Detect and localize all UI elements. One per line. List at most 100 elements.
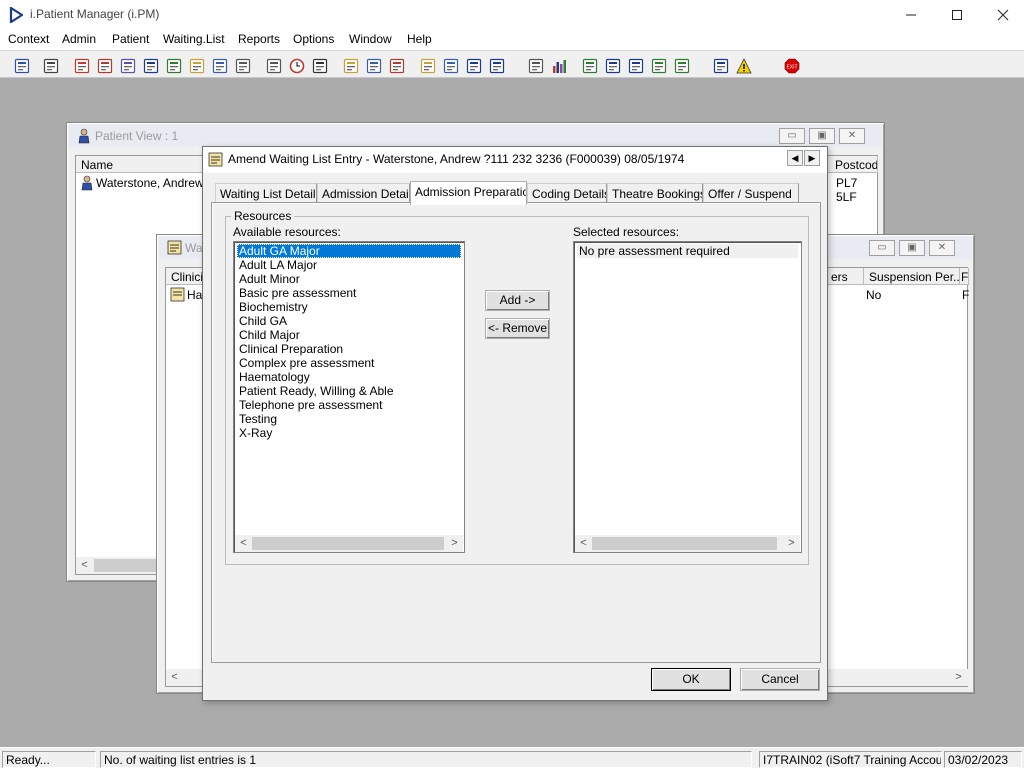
- tab-waiting-list-details[interactable]: Waiting List Details: [215, 183, 317, 203]
- menu-admin[interactable]: Admin: [62, 32, 96, 46]
- menu-patient[interactable]: Patient: [112, 32, 149, 46]
- toolbar-button-appointment[interactable]: [93, 54, 115, 76]
- col-header-clinician[interactable]: Clinicia: [166, 268, 206, 285]
- toolbar-button-document[interactable]: [524, 54, 546, 76]
- toolbar-button-green-check[interactable]: [670, 54, 692, 76]
- waiting-list-maximize[interactable]: ▣: [899, 240, 925, 256]
- toolbar-button-letter-m[interactable]: [139, 54, 161, 76]
- toolbar-button-exit[interactable]: EXIT: [780, 54, 802, 76]
- patient-view-close[interactable]: ✕: [839, 128, 865, 144]
- toolbar-button-waiting-list[interactable]: [339, 54, 361, 76]
- scroll-right-arrow-icon[interactable]: >: [446, 535, 463, 552]
- toolbar-button-transfer[interactable]: [231, 54, 253, 76]
- scroll-left-arrow-icon[interactable]: <: [235, 535, 252, 552]
- scroll-left-arrow-icon[interactable]: <: [76, 557, 93, 574]
- toolbar-button-list[interactable]: [308, 54, 330, 76]
- add-resource-button[interactable]: Add ->: [485, 290, 550, 311]
- toolbar-button-stretcher[interactable]: [485, 54, 507, 76]
- list-item[interactable]: Adult GA Major: [237, 244, 461, 258]
- selected-resources-label: Selected resources:: [573, 225, 680, 239]
- toolbar-button-clock[interactable]: [285, 54, 307, 76]
- ok-button[interactable]: OK: [651, 668, 731, 691]
- list-item[interactable]: Basic pre assessment: [237, 286, 461, 300]
- tab-scroll-right-icon[interactable]: ▶: [804, 150, 820, 166]
- list-item[interactable]: Clinical Preparation: [237, 342, 461, 356]
- list-item[interactable]: Adult Minor: [237, 272, 461, 286]
- list-item[interactable]: No pre assessment required: [577, 244, 798, 258]
- toolbar-button-book[interactable]: [116, 54, 138, 76]
- list-item[interactable]: Telephone pre assessment: [237, 398, 461, 412]
- toolbar-button-warning[interactable]: [732, 54, 754, 76]
- col-header-others[interactable]: ers: [826, 268, 864, 285]
- toolbar-button-globe[interactable]: [578, 54, 600, 76]
- col-header-last[interactable]: F: [960, 268, 969, 285]
- tab-scroll-left-icon[interactable]: ◀: [787, 150, 803, 166]
- available-list-hscroll[interactable]: < >: [235, 535, 463, 552]
- patient-view-titlebar: Patient View : 1 ▭ ▣ ✕: [69, 125, 882, 147]
- toolbar-button-patient-search[interactable]: [10, 54, 32, 76]
- tab-coding-details[interactable]: Coding Details: [527, 183, 607, 203]
- waiting-list-close[interactable]: ✕: [929, 240, 955, 256]
- remove-resource-button[interactable]: <- Remove: [485, 318, 550, 339]
- patient-view-minimize[interactable]: ▭: [779, 128, 805, 144]
- list-item[interactable]: Biochemistry: [237, 300, 461, 314]
- cancel-button[interactable]: Cancel: [740, 668, 820, 691]
- col-header-postcode[interactable]: Postcod: [830, 156, 878, 173]
- patient-view-hscroll[interactable]: <: [76, 557, 166, 574]
- toolbar-button-chart[interactable]: [547, 54, 569, 76]
- scroll-thumb[interactable]: [592, 537, 777, 550]
- menu-help[interactable]: Help: [407, 32, 432, 46]
- toolbar-button-contract[interactable]: [362, 54, 384, 76]
- amend-waiting-list-dialog[interactable]: Amend Waiting List Entry - Waterstone, A…: [202, 146, 828, 701]
- menu-window[interactable]: Window: [349, 32, 392, 46]
- toolbar-button-gauge[interactable]: [385, 54, 407, 76]
- toolbar-button-referral[interactable]: [70, 54, 92, 76]
- toolbar-button-bed[interactable]: [462, 54, 484, 76]
- list-item[interactable]: Child Major: [237, 328, 461, 342]
- menu-reports[interactable]: Reports: [238, 32, 280, 46]
- menu-waiting-list[interactable]: Waiting.List: [163, 32, 225, 46]
- tab-admission-preparation[interactable]: Admission Preparation: [410, 181, 527, 205]
- toolbar-button-tick-list[interactable]: [624, 54, 646, 76]
- tab-admission-details[interactable]: Admission Details: [317, 183, 410, 203]
- svg-text:EXIT: EXIT: [786, 65, 797, 71]
- toolbar-button-review[interactable]: [439, 54, 461, 76]
- patient-view-maximize[interactable]: ▣: [809, 128, 835, 144]
- tab-offer-suspend[interactable]: Offer / Suspend: [703, 183, 799, 203]
- toolbar-button-note[interactable]: [416, 54, 438, 76]
- available-resources-list[interactable]: < > Adult GA Major Adult LA Major Adult Mi…: [233, 241, 465, 553]
- col-header-suspension[interactable]: Suspension Per...: [864, 268, 960, 285]
- list-item[interactable]: Child GA: [237, 314, 461, 328]
- list-item[interactable]: Adult LA Major: [237, 258, 461, 272]
- scroll-right-arrow-icon[interactable]: >: [783, 535, 800, 552]
- list-item[interactable]: Patient Ready, Willing & Able: [237, 384, 461, 398]
- list-item[interactable]: Haematology: [237, 370, 461, 384]
- scroll-left-arrow-icon[interactable]: <: [575, 535, 592, 552]
- toolbar-button-search-doc[interactable]: [262, 54, 284, 76]
- toolbar-button-green-list[interactable]: [647, 54, 669, 76]
- menu-options[interactable]: Options: [293, 32, 334, 46]
- scroll-thumb[interactable]: [94, 559, 164, 572]
- tab-theatre-bookings[interactable]: Theatre Bookings: [607, 183, 703, 203]
- transfer-icon: [235, 58, 251, 74]
- toolbar-button-ward[interactable]: [208, 54, 230, 76]
- selected-list-hscroll[interactable]: < >: [575, 535, 800, 552]
- minimize-button[interactable]: [888, 0, 934, 30]
- close-app-button[interactable]: [980, 0, 1024, 30]
- scroll-right-arrow-icon[interactable]: >: [950, 669, 967, 686]
- waiting-list-minimize[interactable]: ▭: [869, 240, 895, 256]
- resources-group-title: Resources: [231, 209, 295, 223]
- selected-resources-list[interactable]: < > No pre assessment required: [573, 241, 802, 553]
- list-item[interactable]: Testing: [237, 412, 461, 426]
- list-item[interactable]: Complex pre assessment: [237, 356, 461, 370]
- toolbar-button-checklist[interactable]: [601, 54, 623, 76]
- toolbar-button-print[interactable]: [39, 54, 61, 76]
- list-item[interactable]: X-Ray: [237, 426, 461, 440]
- toolbar-button-notes[interactable]: [185, 54, 207, 76]
- toolbar-button-clinician[interactable]: [162, 54, 184, 76]
- scroll-thumb[interactable]: [252, 537, 444, 550]
- menu-context[interactable]: Context: [8, 32, 49, 46]
- scroll-left-arrow-icon[interactable]: <: [166, 669, 183, 686]
- maximize-button[interactable]: [934, 0, 980, 30]
- toolbar-button-swap[interactable]: [709, 54, 731, 76]
